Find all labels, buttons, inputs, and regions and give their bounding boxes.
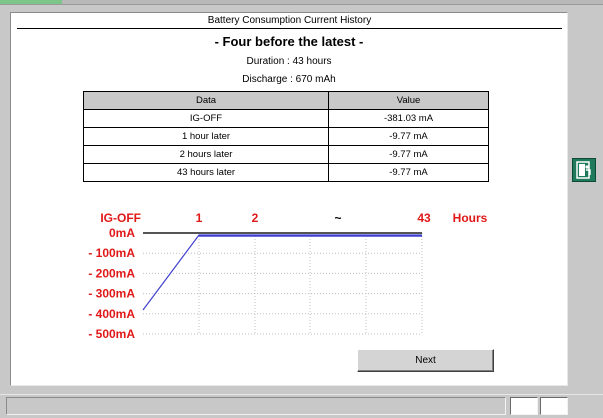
x-tick-label: 43	[417, 211, 431, 225]
y-tick-label: - 100mA	[88, 246, 135, 260]
next-button[interactable]: Next	[357, 349, 494, 372]
status-box-right	[540, 397, 568, 415]
status-bar	[0, 394, 603, 418]
x-tick-label: 2	[252, 211, 259, 225]
consumption-chart: 0mA - 100mA - 200mA - 300mA - 400mA - 500mA IG…	[88, 211, 488, 341]
y-tick-label: - 400mA	[88, 307, 135, 321]
y-tick-label: - 500mA	[88, 327, 135, 341]
x-tick-label: 1	[196, 211, 203, 225]
y-tick-label: - 300mA	[88, 287, 135, 301]
y-tick-label: 0mA	[109, 226, 135, 240]
exit-button[interactable]	[572, 158, 596, 182]
series-line	[142, 234, 422, 311]
x-unit-label: Hours	[453, 211, 488, 225]
active-tab-indicator[interactable]	[0, 0, 62, 4]
status-message-field	[6, 397, 506, 415]
top-tab-strip	[0, 0, 603, 5]
history-panel: Battery Consumption Current History - Fo…	[10, 12, 568, 386]
x-tick-label: IG-OFF	[100, 211, 141, 225]
status-box-left	[510, 397, 538, 415]
exit-door-icon	[576, 161, 591, 179]
x-tick-label: ~	[334, 211, 341, 225]
y-tick-label: - 200mA	[88, 266, 135, 280]
